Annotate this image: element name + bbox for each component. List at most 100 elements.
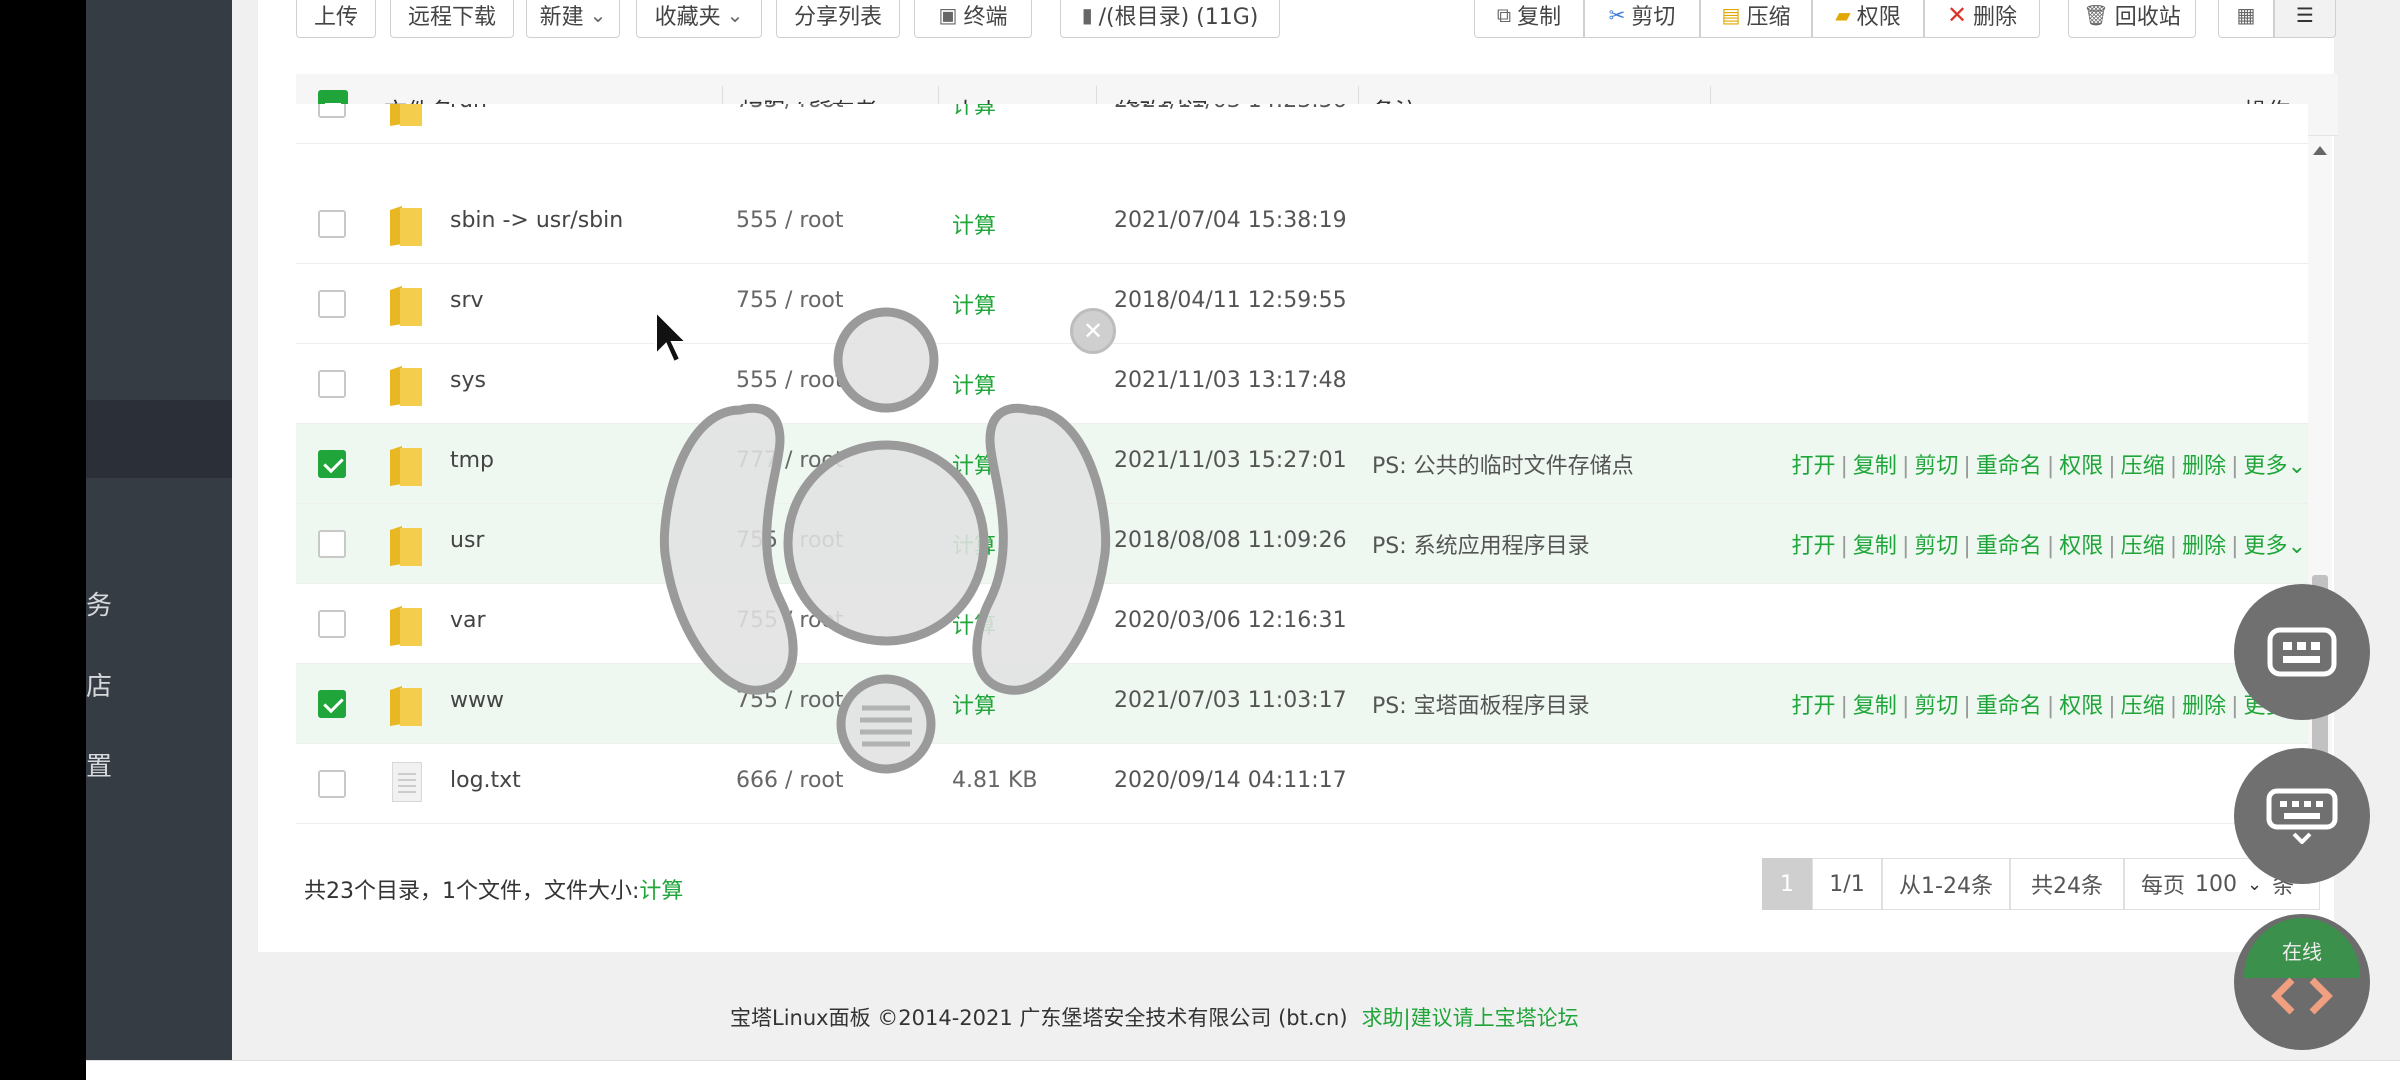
- row-action-cut[interactable]: 剪切: [1914, 454, 1958, 479]
- terminal-button[interactable]: ▣ 终端: [914, 0, 1032, 38]
- row-action-compress[interactable]: 压缩: [2121, 694, 2165, 719]
- file-name[interactable]: sbin -> usr/sbin: [450, 208, 623, 233]
- grid-view-button[interactable]: ▦: [2218, 0, 2274, 38]
- row-content: var755 / root计算2020/03/06 12:16:31: [296, 584, 2308, 664]
- row-action-perm[interactable]: 权限: [2059, 534, 2103, 559]
- folder-icon: [390, 686, 422, 726]
- action-separator: |: [1840, 454, 1848, 479]
- file-name[interactable]: tmp: [450, 448, 494, 473]
- keyboard-toggle-button[interactable]: [2234, 748, 2370, 884]
- overlay-close-icon[interactable]: ✕: [1070, 308, 1116, 354]
- table-row[interactable]: sys 555 / root 计算 2021/11/03 13:17:48: [296, 344, 2308, 424]
- sidebar-item-settings[interactable]: 置: [86, 746, 112, 783]
- row-action-rename[interactable]: 重命名: [1976, 454, 2042, 479]
- page-current[interactable]: 1: [1762, 858, 1812, 910]
- file-mtime: 2021/11/03 13:17:48: [1114, 368, 1347, 393]
- row-checkbox[interactable]: [318, 290, 346, 318]
- action-separator: |: [1840, 534, 1848, 559]
- cut-button[interactable]: ✂ 剪切: [1584, 0, 1700, 38]
- file-name[interactable]: run: [450, 104, 487, 113]
- new-dropdown-button[interactable]: 新建 ⌄: [526, 0, 620, 38]
- row-action-copy[interactable]: 复制: [1853, 694, 1897, 719]
- sidebar: 务 店 置: [86, 0, 232, 1060]
- row-action-copy[interactable]: 复制: [1853, 454, 1897, 479]
- list-view-button[interactable]: ☰: [2274, 0, 2336, 38]
- row-action-cut[interactable]: 剪切: [1914, 534, 1958, 559]
- row-action-compress[interactable]: 压缩: [2121, 534, 2165, 559]
- file-name[interactable]: srv: [450, 288, 484, 313]
- file-name[interactable]: usr: [450, 528, 484, 553]
- scroll-up-arrow-icon[interactable]: [2313, 146, 2327, 155]
- zip-icon: ▤: [1721, 2, 1741, 27]
- table-row[interactable]: srv 755 / root 计算 2018/04/11 12:59:55: [296, 264, 2308, 344]
- row-content: www 755 / root 计算 2021/07/03 11:03:17 PS: 宝塔…: [296, 664, 2308, 744]
- file-note[interactable]: PS: 系统应用程序目录: [1372, 528, 1590, 560]
- row-action-more[interactable]: 更多: [2244, 534, 2288, 559]
- virtual-gamepad-overlay[interactable]: [650, 300, 1120, 780]
- row-action-open[interactable]: 打开: [1791, 454, 1835, 479]
- sidebar-active-item[interactable]: [86, 400, 232, 478]
- table-row[interactable]: var755 / root计算2020/03/06 12:16:31: [296, 584, 2308, 664]
- chevron-down-icon: ⌄: [589, 2, 607, 27]
- row-actions: 打开|复制|剪切|重命名|权限|压缩|删除|更多⌄: [1791, 688, 2306, 720]
- row-action-open[interactable]: 打开: [1791, 534, 1835, 559]
- row-action-delete[interactable]: 删除: [2182, 534, 2226, 559]
- row-checkbox[interactable]: [318, 690, 346, 718]
- folder-icon: [390, 446, 422, 486]
- file-name[interactable]: var: [450, 608, 486, 633]
- delete-button[interactable]: ✕ 删除: [1924, 0, 2040, 38]
- table-row[interactable]: tmp 777 / root 计算 2021/11/03 15:27:01 PS: 公共…: [296, 424, 2308, 504]
- favorites-dropdown-button[interactable]: 收藏夹 ⌄: [636, 0, 762, 38]
- file-permission[interactable]: 555 / root: [736, 208, 844, 233]
- forum-link[interactable]: 求助|建议请上宝塔论坛: [1362, 1006, 1579, 1030]
- upload-button[interactable]: 上传: [296, 0, 376, 38]
- per-page-value: 100: [2195, 871, 2238, 897]
- online-label: 在线: [2282, 940, 2322, 964]
- file-permission[interactable]: 755 / root: [736, 104, 844, 113]
- row-action-rename[interactable]: 重命名: [1976, 534, 2042, 559]
- row-action-open[interactable]: 打开: [1791, 694, 1835, 719]
- row-checkbox[interactable]: [318, 370, 346, 398]
- recycle-bin-button[interactable]: 🗑 回收站: [2068, 0, 2196, 38]
- gamepad-toggle-button[interactable]: [2234, 584, 2370, 720]
- sidebar-item-tasks[interactable]: 务: [86, 585, 112, 622]
- table-row[interactable]: www 755 / root 计算 2021/07/03 11:03:17 PS: 宝塔…: [296, 664, 2308, 744]
- row-checkbox[interactable]: [318, 610, 346, 638]
- row-action-more[interactable]: 更多: [2244, 454, 2288, 479]
- file-note[interactable]: PS: 宝塔面板程序目录: [1372, 688, 1590, 720]
- table-row[interactable]: usr755 / root计算2018/08/08 11:09:26PS: 系统…: [296, 504, 2308, 584]
- row-checkbox[interactable]: [318, 104, 346, 118]
- compress-button[interactable]: ▤ 压缩: [1700, 0, 1812, 38]
- row-action-delete[interactable]: 删除: [2182, 454, 2226, 479]
- row-action-perm[interactable]: 权限: [2059, 694, 2103, 719]
- file-size[interactable]: 计算: [952, 104, 996, 120]
- file-size[interactable]: 计算: [952, 208, 996, 240]
- row-checkbox[interactable]: [318, 450, 346, 478]
- row-action-cut[interactable]: 剪切: [1914, 694, 1958, 719]
- row-checkbox[interactable]: [318, 530, 346, 558]
- file-note[interactable]: PS: 公共的临时文件存储点: [1372, 448, 1634, 480]
- row-action-delete[interactable]: 删除: [2182, 694, 2226, 719]
- file-name[interactable]: sys: [450, 368, 486, 393]
- folder-icon: [390, 286, 422, 326]
- sidebar-item-store[interactable]: 店: [86, 666, 112, 703]
- action-separator: |: [2231, 454, 2239, 479]
- calc-size-link[interactable]: 计算: [639, 879, 683, 904]
- table-row[interactable]: sbin -> usr/sbin 555 / root 计算 2021/07/04 1…: [296, 184, 2308, 264]
- row-checkbox[interactable]: [318, 770, 346, 798]
- path-button[interactable]: ▮/(根目录) (11G): [1060, 0, 1280, 38]
- row-action-rename[interactable]: 重命名: [1976, 694, 2042, 719]
- copy-button[interactable]: ⧉ 复制: [1474, 0, 1584, 38]
- table-row[interactable]: run 755 / root 计算 2021/11/03 14:23:56: [296, 104, 2308, 144]
- remote-download-button[interactable]: 远程下载: [390, 0, 514, 38]
- file-name[interactable]: log.txt: [450, 768, 521, 793]
- file-name[interactable]: www: [450, 688, 504, 713]
- online-chat-button[interactable]: 在线: [2234, 914, 2370, 1050]
- row-checkbox[interactable]: [318, 210, 346, 238]
- row-action-copy[interactable]: 复制: [1853, 534, 1897, 559]
- share-list-button[interactable]: 分享列表: [776, 0, 900, 38]
- row-action-perm[interactable]: 权限: [2059, 454, 2103, 479]
- row-action-compress[interactable]: 压缩: [2121, 454, 2165, 479]
- table-row[interactable]: log.txt 666 / root 4.81 KB 2020/09/14 04:11…: [296, 744, 2308, 824]
- permission-button[interactable]: ▰ 权限: [1812, 0, 1924, 38]
